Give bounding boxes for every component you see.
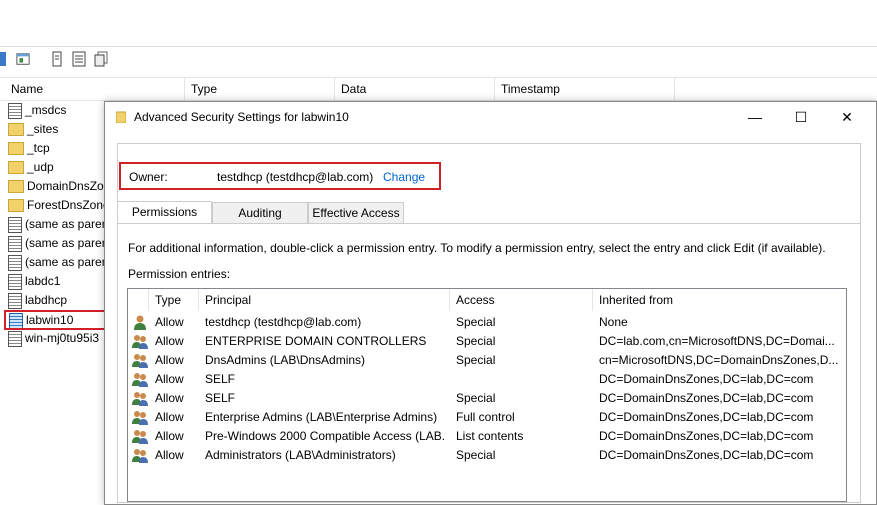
help-icon[interactable] (0, 51, 14, 67)
table-row[interactable]: Allow SELF DC=DomainDnsZones,DC=lab,DC=c… (128, 370, 844, 389)
folder-icon (8, 180, 24, 194)
copy-icon[interactable] (94, 51, 108, 67)
record-icon (8, 254, 22, 271)
column-timestamp[interactable]: Timestamp (495, 78, 675, 100)
column-principal[interactable]: Principal (199, 289, 450, 311)
table-row[interactable]: Allow ENTERPRISE DOMAIN CONTROLLERS Spec… (128, 332, 844, 351)
table-row[interactable]: Allow SELF Special DC=DomainDnsZones,DC=… (128, 389, 844, 408)
table-row[interactable]: Allow Pre-Windows 2000 Compatible Access… (128, 427, 844, 446)
group-icon (132, 392, 148, 406)
change-owner-link[interactable]: Change (383, 170, 425, 184)
owner-label: Owner: (129, 170, 168, 184)
list-item[interactable]: (same as paren (8, 234, 108, 252)
dialog-titlebar[interactable]: Advanced Security Settings for labwin10 … (105, 102, 876, 132)
group-icon (132, 373, 148, 387)
folder-icon (8, 199, 24, 213)
record-icon (8, 273, 22, 290)
maximize-button[interactable]: ☐ (778, 102, 824, 132)
column-type[interactable]: Type (149, 289, 199, 311)
minimize-button[interactable]: — (732, 102, 778, 132)
owner-highlight: Owner: testdhcp (testdhcp@lab.com) Chang… (119, 162, 441, 190)
properties-icon[interactable] (16, 51, 30, 67)
list-item[interactable]: ForestDnsZone (8, 196, 108, 214)
list-item-selected[interactable]: labwin10 (4, 310, 108, 330)
table-row[interactable]: Allow testdhcp (testdhcp@lab.com) Specia… (128, 313, 844, 332)
tab-permissions[interactable]: Permissions (117, 201, 212, 224)
record-icon (8, 216, 22, 233)
folder-icon (8, 123, 24, 137)
column-data[interactable]: Data (335, 78, 495, 100)
table-row[interactable]: Allow Administrators (LAB\Administrators… (128, 446, 844, 465)
toolbar (0, 46, 877, 73)
folder-icon (8, 142, 24, 156)
list-item[interactable]: _tcp (8, 139, 108, 157)
list-item[interactable]: (same as paren (8, 253, 108, 271)
group-icon (132, 449, 148, 463)
folder-icon (116, 111, 126, 123)
permission-entries-label: Permission entries: (128, 267, 231, 281)
list-item[interactable]: win-mj0tu95i3 (8, 329, 108, 347)
advanced-security-dialog: Advanced Security Settings for labwin10 … (104, 101, 877, 505)
tab-auditing[interactable]: Auditing (212, 202, 308, 223)
list-view-icon[interactable] (72, 51, 86, 67)
tab-effective-access[interactable]: Effective Access (308, 202, 404, 223)
group-icon (132, 354, 148, 368)
list-item[interactable]: DomainDnsZo (8, 177, 108, 195)
zone-doc-icon (8, 102, 22, 119)
user-icon (134, 315, 146, 330)
close-button[interactable]: ✕ (824, 102, 870, 132)
table-row[interactable]: Allow DnsAdmins (LAB\DnsAdmins) Special … (128, 351, 844, 370)
list-header: Name Type Data Timestamp (0, 77, 877, 101)
column-icon (128, 289, 149, 311)
owner-value: testdhcp (testdhcp@lab.com) (217, 170, 374, 184)
group-icon (132, 430, 148, 444)
group-icon (132, 411, 148, 425)
folder-icon (8, 161, 24, 175)
list-item[interactable]: labdhcp (8, 291, 108, 309)
table-row[interactable]: Allow Enterprise Admins (LAB\Enterprise … (128, 408, 844, 427)
record-icon (8, 235, 22, 252)
list-item[interactable]: (same as paren (8, 215, 108, 233)
permission-entries-table: Type Principal Access Inherited from All… (127, 288, 847, 502)
record-type-icon[interactable] (50, 51, 64, 67)
list-item[interactable]: _msdcs (8, 101, 108, 119)
list-item[interactable]: _udp (8, 158, 108, 176)
info-text: For additional information, double-click… (128, 241, 826, 255)
group-icon (132, 335, 148, 349)
dialog-title: Advanced Security Settings for labwin10 (134, 110, 349, 124)
column-type[interactable]: Type (185, 78, 335, 100)
column-access[interactable]: Access (450, 289, 593, 311)
tab-divider (117, 223, 860, 224)
column-inherited-from[interactable]: Inherited from (593, 289, 843, 311)
list-item[interactable]: _sites (8, 120, 108, 138)
record-icon (8, 330, 22, 347)
column-name[interactable]: Name (5, 78, 185, 100)
record-icon (8, 292, 22, 309)
list-item[interactable]: labdc1 (8, 272, 108, 290)
record-icon (9, 312, 23, 328)
